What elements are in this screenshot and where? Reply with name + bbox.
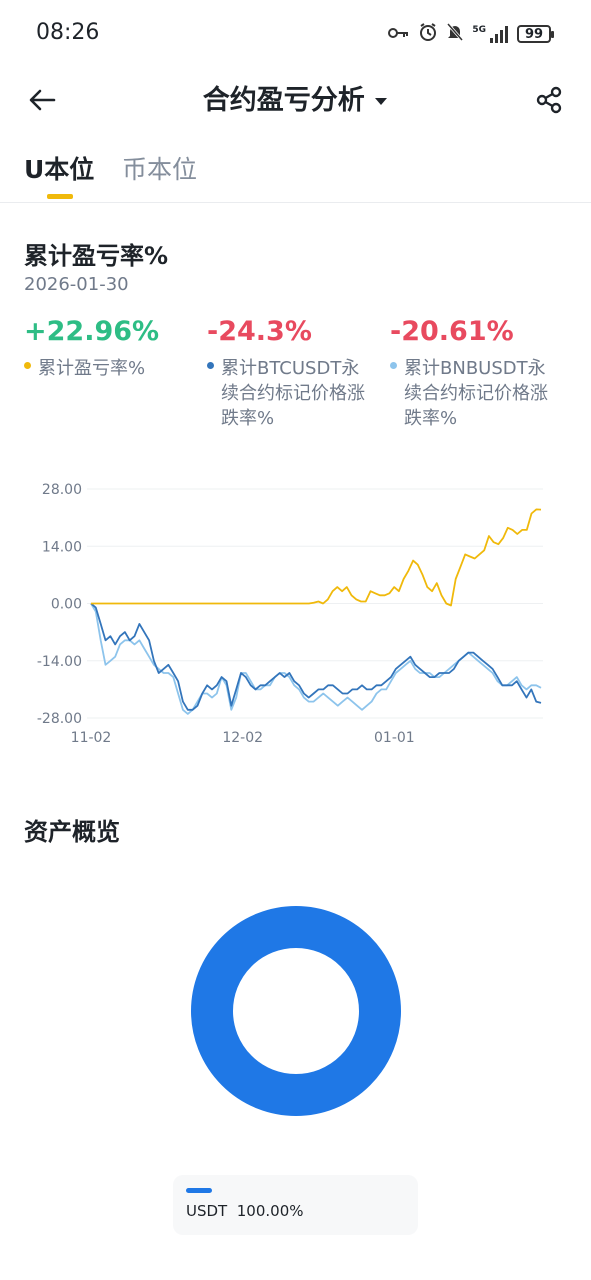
donut-slice-usdt (191, 906, 401, 1116)
pnl-line-chart[interactable]: 28.00 14.00 0.00 -14.00 -28.00 11-02 12-02 01-0… (0, 470, 591, 760)
asset-overview-title: 资产概览 (24, 818, 120, 846)
x-tick-label: 11-02 (71, 730, 112, 746)
y-tick-label: -28.00 (37, 711, 82, 727)
legend-percent: 100.00% (236, 1202, 304, 1220)
legend-label-line: 续合约标记价格涨 (404, 383, 548, 404)
tab-coin-margined[interactable]: 币本位 (122, 150, 197, 186)
alarm-icon (418, 22, 438, 46)
legend-dot (24, 361, 31, 369)
signal-icon: 5G (472, 25, 509, 43)
divider (0, 202, 591, 203)
y-tick-label: 28.00 (42, 482, 82, 498)
y-tick-label: 0.00 (51, 597, 82, 613)
active-tab-indicator (47, 194, 73, 199)
share-button[interactable] (529, 80, 569, 120)
status-time: 08:26 (36, 20, 100, 45)
section-title: 累计盈亏率% (24, 242, 169, 270)
key-icon (388, 25, 410, 44)
date-label: 2026-01-30 (24, 274, 129, 295)
x-tick-label: 12-02 (222, 730, 263, 746)
status-icons: 5G 99 (388, 22, 554, 46)
legend-item-btc[interactable]: 累计BTCUSDT永 续合约标记价格涨 跌率% (207, 356, 387, 431)
legend-dot (390, 361, 397, 369)
legend-item-bnb[interactable]: 累计BNBUSDT永 续合约标记价格涨 跌率% (390, 356, 580, 431)
legend-dot (207, 361, 214, 369)
series-line (90, 603, 542, 715)
share-icon (536, 86, 562, 114)
legend-label: 累计盈亏率% (38, 358, 146, 379)
metric-cumulative-pnl-value: +22.96% (24, 316, 160, 347)
y-tick-label: 14.00 (42, 539, 82, 555)
metric-bnb-change-value: -20.61% (390, 316, 514, 347)
legend-asset: USDT (186, 1202, 228, 1220)
y-tick-label: -14.00 (37, 654, 82, 670)
mute-bell-icon (446, 22, 464, 46)
legend-item-usdt: USDT 100.00% (186, 1202, 304, 1220)
series-line (91, 508, 542, 607)
metric-btc-change-value: -24.3% (207, 316, 312, 347)
network-type: 5G (472, 25, 486, 35)
page-title: 合约盈亏分析 (202, 85, 365, 116)
legend-swatch-usdt (186, 1188, 212, 1193)
legend-label-line: 跌率% (404, 408, 458, 429)
page-title-dropdown[interactable]: 合约盈亏分析 (0, 78, 591, 117)
caret-down-icon (374, 82, 388, 113)
legend-label-line: 续合约标记价格涨 (221, 383, 365, 404)
x-tick-label: 01-01 (374, 730, 415, 746)
legend-label-line: 累计BNBUSDT永 (404, 358, 546, 379)
legend-item-cumulative-pnl[interactable]: 累计盈亏率% (24, 356, 194, 381)
tab-u-margined[interactable]: U本位 (24, 150, 94, 186)
asset-donut-chart[interactable] (190, 905, 402, 1117)
legend-label-line: 跌率% (221, 408, 275, 429)
legend-label-line: 累计BTCUSDT永 (221, 358, 360, 379)
battery-icon: 99 (517, 25, 554, 43)
